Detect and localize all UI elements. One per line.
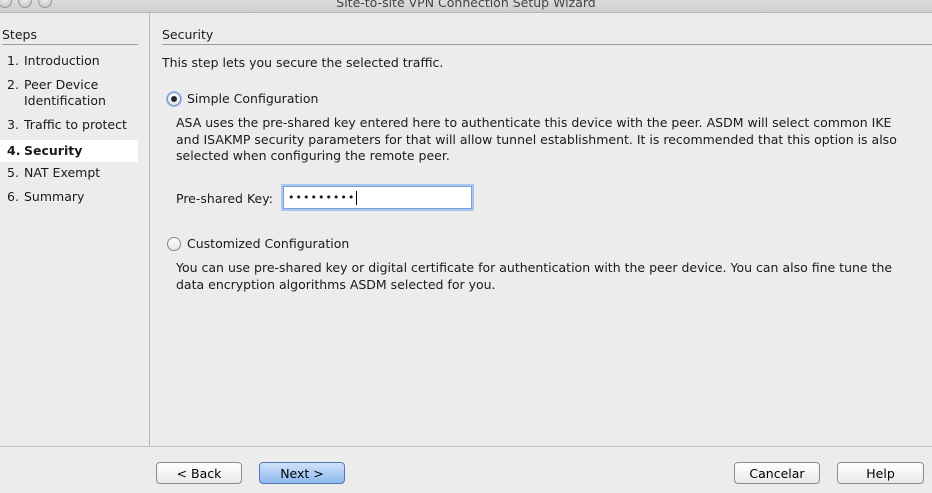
step-number: 5. — [7, 165, 19, 180]
steps-panel: Steps 1. Introduction 2. Peer Device Ide… — [0, 13, 150, 446]
step-label: Peer Device Identification — [24, 77, 106, 108]
section-divider — [162, 44, 932, 45]
step-number: 6. — [7, 189, 19, 204]
customized-configuration-description: You can use pre-shared key or digital ce… — [176, 260, 893, 292]
steps-divider — [2, 44, 138, 45]
step-number: 2. — [7, 77, 19, 92]
pre-shared-key-input[interactable]: ••••••••• — [283, 186, 472, 209]
simple-configuration-label[interactable]: Simple Configuration — [187, 91, 318, 106]
step-number: 3. — [7, 117, 19, 132]
step-label: NAT Exempt — [24, 165, 101, 180]
next-button[interactable]: Next > — [259, 462, 345, 484]
simple-configuration-description: ASA uses the pre-shared key entered here… — [176, 115, 897, 163]
step-introduction: 1. Introduction — [0, 53, 138, 69]
intro-text: This step lets you secure the selected t… — [162, 55, 444, 70]
step-security: 4. Security — [0, 140, 138, 162]
step-label: Security — [24, 143, 83, 158]
button-bar-divider — [0, 446, 932, 447]
customized-configuration-radio[interactable] — [167, 236, 181, 251]
step-label: Introduction — [24, 53, 100, 68]
window-title: Site-to-site VPN Connection Setup Wizard — [336, 0, 596, 10]
pre-shared-key-value: ••••••••• — [288, 191, 356, 204]
step-summary: 6. Summary — [0, 189, 138, 205]
customized-configuration-option[interactable]: Customized Configuration — [167, 236, 349, 251]
cancel-button[interactable]: Cancelar — [734, 462, 820, 484]
step-peer-device-identification: 2. Peer Device Identification — [0, 77, 140, 109]
step-number: 4. — [7, 143, 21, 158]
title-bar: Site-to-site VPN Connection Setup Wizard — [0, 0, 932, 13]
customized-configuration-label[interactable]: Customized Configuration — [187, 236, 349, 251]
steps-heading: Steps — [2, 27, 37, 42]
text-caret — [356, 191, 358, 205]
simple-configuration-option[interactable]: Simple Configuration — [167, 91, 318, 106]
back-button[interactable]: < Back — [156, 462, 242, 484]
step-number: 1. — [7, 53, 19, 68]
step-label: Traffic to protect — [24, 117, 127, 132]
pre-shared-key-label: Pre-shared Key: — [176, 191, 273, 206]
help-button[interactable]: Help — [837, 462, 924, 484]
step-traffic-to-protect: 3. Traffic to protect — [0, 117, 138, 133]
section-heading: Security — [162, 27, 214, 42]
simple-configuration-radio[interactable] — [167, 91, 181, 106]
step-label: Summary — [24, 189, 85, 204]
step-nat-exempt: 5. NAT Exempt — [0, 165, 138, 181]
